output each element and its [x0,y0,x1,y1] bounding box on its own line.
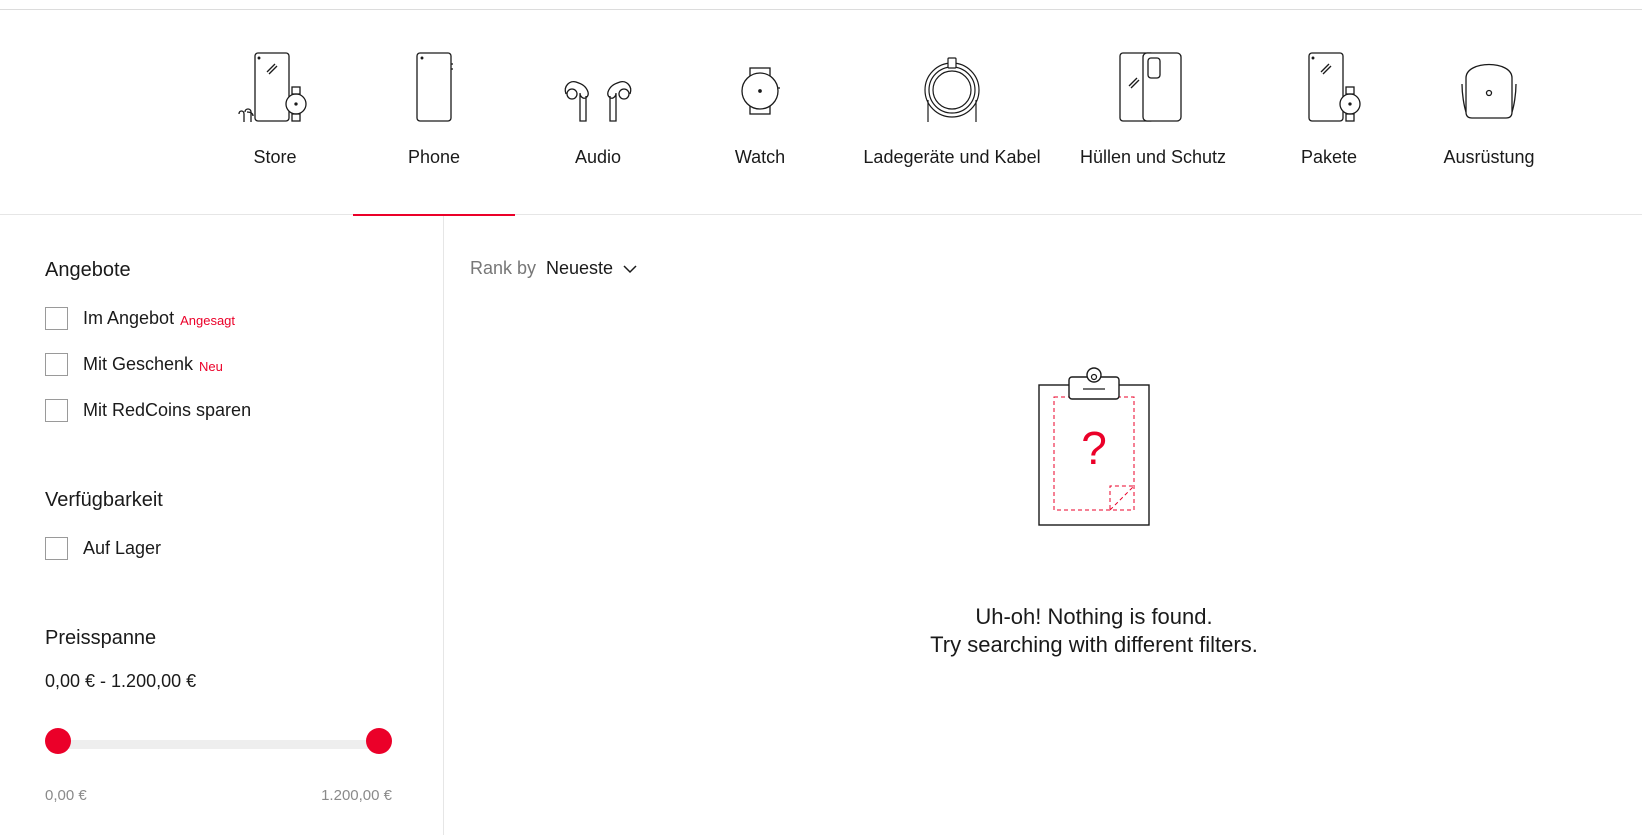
filter-option-redcoins[interactable]: Mit RedCoins sparen [45,399,251,422]
checkbox[interactable] [45,353,68,376]
badge-trending: Angesagt [180,312,236,328]
category-nav: Store Phone Audio Watch Ladegeräte und K… [0,10,1642,216]
category-label: Phone [407,147,461,167]
checkbox[interactable] [45,399,68,422]
checkbox-label: Auf Lager [83,538,162,558]
phone-icon [384,50,484,135]
sort-label: Rank by [470,258,537,278]
price-slider-max-label: 1.200,00 € [321,787,392,804]
category-watch[interactable]: Watch [695,10,825,215]
sort-value: Neueste [546,258,614,278]
category-label: Store [253,147,297,167]
checkbox-label: Im Angebot [83,308,175,328]
category-gear[interactable]: Ausrüstung [1424,10,1554,215]
filter-option-on-sale[interactable]: Im Angebot Angesagt [45,307,235,330]
category-cases[interactable]: Hüllen und Schutz [1068,10,1238,215]
category-label: Hüllen und Schutz [1079,147,1227,167]
category-label: Audio [574,147,622,167]
price-slider-track[interactable] [58,740,380,749]
price-range-text: 0,00 € - 1.200,00 € [45,671,197,691]
checkbox[interactable] [45,307,68,330]
backpack-icon [1439,50,1539,135]
svg-text:?: ? [1081,422,1107,474]
checkbox-label: Mit RedCoins sparen [83,400,252,420]
category-store[interactable]: Store [210,10,340,215]
category-label: Ausrüstung [1443,147,1535,167]
category-cables[interactable]: Ladegeräte und Kabel [855,10,1049,215]
category-bundles[interactable]: Pakete [1264,10,1394,215]
watch-icon [710,50,810,135]
price-slider-max-handle[interactable] [366,728,392,754]
filter-group-title-price: Preisspanne [45,627,157,649]
filter-option-in-stock[interactable]: Auf Lager [45,537,161,560]
category-label: Watch [734,147,786,167]
store-icon [225,50,325,135]
empty-state-title: Uh-oh! Nothing is found. [975,604,1213,629]
empty-state-subtitle: Try searching with different filters. [930,632,1258,657]
category-label: Ladegeräte und Kabel [863,147,1041,167]
filter-sidebar: Angebote Im Angebot Angesagt Mit Geschen… [0,216,444,835]
earbuds-icon [548,50,648,135]
clipboard-question-icon: ? [1030,367,1155,532]
category-audio[interactable]: Audio [535,10,661,215]
cable-icon [902,50,1002,135]
sort-dropdown[interactable]: Neueste [546,258,637,279]
checkbox-label: Mit Geschenk [83,354,194,374]
phone-case-icon [1103,50,1203,135]
badge-new: Neu [199,358,223,374]
checkbox[interactable] [45,537,68,560]
bundle-icon [1279,50,1379,135]
category-label: Pakete [1300,147,1358,167]
filter-group-title-offers: Angebote [45,259,131,281]
filter-group-title-availability: Verfügbarkeit [45,489,163,511]
category-phone[interactable]: Phone [353,10,515,216]
filter-option-with-gift[interactable]: Mit Geschenk Neu [45,353,223,376]
chevron-down-icon [623,258,637,279]
price-slider-min-label: 0,00 € [45,787,87,804]
price-slider-min-handle[interactable] [45,728,71,754]
